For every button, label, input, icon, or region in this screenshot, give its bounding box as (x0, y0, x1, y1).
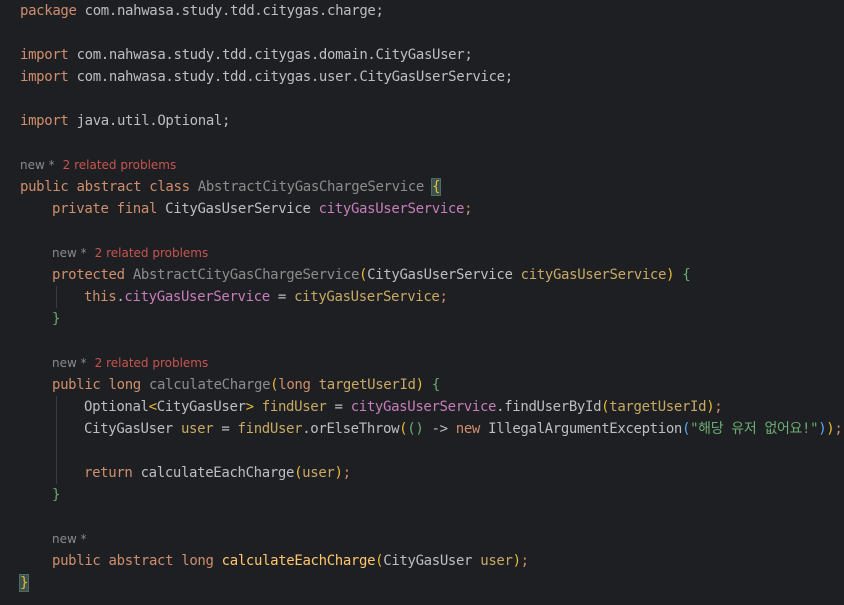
inlay-hint-calculate-each-charge[interactable]: new * (52, 528, 87, 550)
indent-guide (56, 286, 57, 308)
code-line-import-1[interactable]: import com.nahwasa.study.tdd.citygas.dom… (20, 44, 473, 66)
code-line-optional[interactable]: Optional<CityGasUser> findUser = cityGas… (84, 396, 723, 418)
code-line-constructor[interactable]: protected AbstractCityGasChargeService(C… (52, 264, 691, 286)
code-line-calculate-charge[interactable]: public long calculateCharge(long targetU… (52, 374, 440, 396)
indent-guide (56, 396, 57, 484)
code-line-import-2[interactable]: import com.nahwasa.study.tdd.citygas.use… (20, 66, 513, 88)
code-line-class-close[interactable]: } (18, 572, 30, 594)
code-line-ctor-close[interactable]: } (52, 308, 60, 330)
inlay-hint-calculate-charge[interactable]: new * 2 related problems (52, 352, 208, 374)
code-line-field[interactable]: private final CityGasUserService cityGas… (52, 198, 473, 220)
matched-brace: } (18, 574, 30, 592)
inlay-hint-constructor[interactable]: new * 2 related problems (52, 242, 208, 264)
code-line-package[interactable]: package com.nahwasa.study.tdd.citygas.ch… (20, 0, 384, 22)
code-line-import-3[interactable]: import java.util.Optional; (20, 110, 230, 132)
code-line-method-close[interactable]: } (52, 484, 60, 506)
related-problems-link[interactable]: 2 related problems (63, 158, 177, 172)
related-problems-link[interactable]: 2 related problems (95, 246, 209, 260)
inlay-hint-class[interactable]: new * 2 related problems (20, 154, 176, 176)
code-editor[interactable]: package com.nahwasa.study.tdd.citygas.ch… (0, 0, 844, 605)
code-line-class-decl[interactable]: public abstract class AbstractCityGasCha… (20, 176, 442, 198)
related-problems-link[interactable]: 2 related problems (95, 356, 209, 370)
code-line-user[interactable]: CityGasUser user = findUser.orElseThrow(… (84, 418, 843, 440)
code-line-calculate-each-charge[interactable]: public abstract long calculateEachCharge… (52, 550, 529, 572)
code-line-return[interactable]: return calculateEachCharge(user); (84, 462, 351, 484)
code-line-assign[interactable]: this.cityGasUserService = cityGasUserSer… (84, 286, 448, 308)
matched-brace: { (431, 178, 442, 196)
